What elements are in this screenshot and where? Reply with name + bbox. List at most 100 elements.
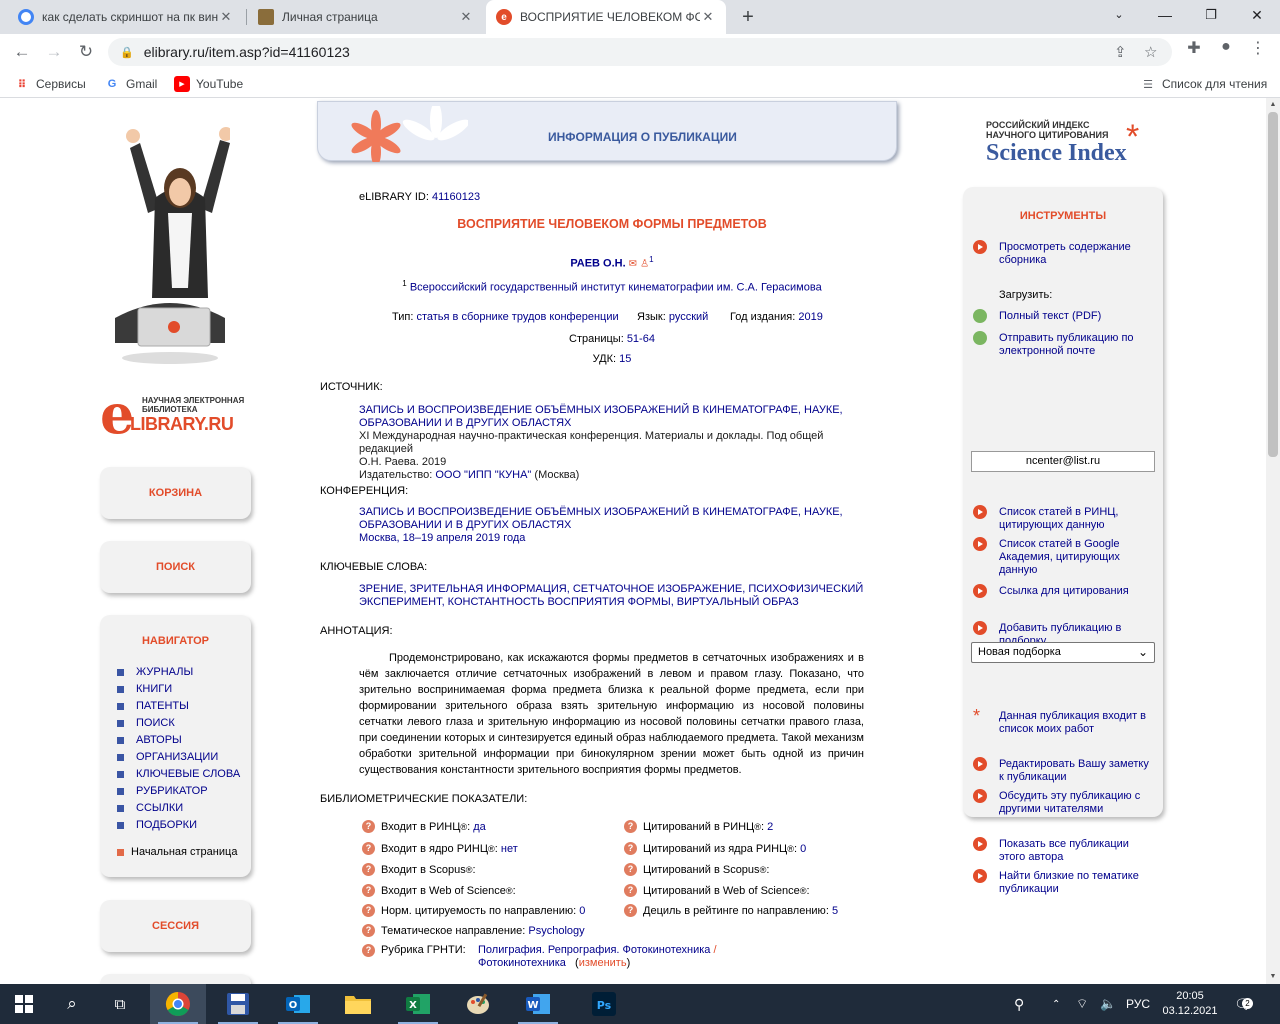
- bib-value[interactable]: 2: [767, 821, 773, 833]
- help-question-icon[interactable]: ?: [624, 820, 637, 833]
- taskbar-excel[interactable]: X: [390, 984, 446, 1024]
- network-wifi-icon[interactable]: ⌔: [1076, 984, 1088, 1024]
- collection-select[interactable]: Новая подборка ⌄: [971, 642, 1155, 663]
- share-icon[interactable]: ⇪: [1114, 43, 1127, 61]
- back-arrow-icon[interactable]: ←: [8, 38, 36, 66]
- clock[interactable]: 20:05 03.12.2021: [1160, 984, 1220, 1024]
- task-view-icon[interactable]: ⧉: [96, 984, 144, 1024]
- help-question-icon[interactable]: ?: [362, 820, 375, 833]
- nav-item-home[interactable]: Начальная страница: [117, 846, 237, 859]
- people-icon[interactable]: ⚲: [1014, 984, 1024, 1024]
- help-question-icon[interactable]: ?: [624, 863, 637, 876]
- new-tab-button[interactable]: +: [736, 5, 760, 29]
- help-question-icon[interactable]: ?: [624, 884, 637, 897]
- tool-find-similar[interactable]: Найти близкие по тематике публикации: [973, 869, 1153, 896]
- help-question-icon[interactable]: ?: [362, 863, 375, 876]
- search-button[interactable]: ПОИСК: [100, 541, 251, 593]
- tray-chevron-up-icon[interactable]: ⌃: [1052, 984, 1060, 1024]
- author-profile-icon[interactable]: ♙: [640, 259, 649, 270]
- email-input[interactable]: ncenter@list.ru: [971, 451, 1155, 472]
- taskbar-outlook[interactable]: O: [270, 984, 326, 1024]
- scroll-up-arrow-icon[interactable]: ▲: [1266, 98, 1280, 112]
- nav-item-books[interactable]: КНИГИ: [117, 683, 172, 696]
- tool-full-text-pdf[interactable]: Полный текст (PDF): [973, 309, 1153, 323]
- tool-send-email[interactable]: Отправить публикацию по электронной почт…: [973, 331, 1153, 358]
- nav-item-patents[interactable]: ПАТЕНТЫ: [117, 700, 189, 713]
- nav-item-links[interactable]: ССЫЛКИ: [117, 802, 183, 815]
- tool-discuss[interactable]: Обсудить эту публикацию с другими читате…: [973, 789, 1153, 816]
- tab-publication[interactable]: e ВОСПРИЯТИЕ ЧЕЛОВЕКОМ ФОРМ ✕: [486, 0, 726, 34]
- search-icon[interactable]: ⌕: [48, 984, 96, 1024]
- elibrary-logo[interactable]: e НАУЧНАЯ ЭЛЕКТРОННАЯ БИБЛИОТЕКА LIBRARY…: [100, 387, 260, 448]
- grnti-link[interactable]: Фотокинотехника: [478, 957, 566, 969]
- extensions-puzzle-icon[interactable]: ✚: [1182, 38, 1206, 58]
- reload-icon[interactable]: ↻: [72, 38, 100, 66]
- volume-icon[interactable]: 🔈: [1100, 984, 1116, 1024]
- taskbar-chrome[interactable]: [150, 984, 206, 1024]
- help-question-icon[interactable]: ?: [624, 842, 637, 855]
- nav-item-journals[interactable]: ЖУРНАЛЫ: [117, 666, 193, 679]
- source-link[interactable]: ЗАПИСЬ И ВОСПРОИЗВЕДЕНИЕ ОБЪЁМНЫХ ИЗОБРА…: [359, 404, 864, 430]
- taskbar-save-app[interactable]: [210, 984, 266, 1024]
- grnti-change-link[interactable]: изменить: [579, 957, 627, 969]
- email-envelope-icon[interactable]: ✉: [629, 259, 637, 270]
- tool-show-author-pubs[interactable]: Показать все публикации этого автора: [973, 837, 1153, 864]
- help-question-icon[interactable]: ?: [362, 944, 375, 957]
- tab-personal-page[interactable]: Личная страница ✕: [248, 0, 484, 34]
- bookmark-gmail[interactable]: G Gmail: [104, 76, 158, 92]
- reading-list-button[interactable]: ☰ Список для чтения: [1140, 76, 1267, 92]
- notifications-icon[interactable]: 🗨2: [1234, 984, 1253, 1024]
- bookmark-youtube[interactable]: ▶ YouTube: [174, 76, 243, 92]
- windows-start-icon[interactable]: [0, 984, 48, 1024]
- close-icon[interactable]: ✕: [700, 9, 716, 25]
- tool-google-citing[interactable]: Список статей в Google Академия, цитирую…: [973, 537, 1153, 577]
- taskbar-file-explorer[interactable]: [330, 984, 386, 1024]
- author-link[interactable]: РАЕВ О.Н.: [570, 258, 625, 270]
- nav-item-rubricator[interactable]: РУБРИКАТОР: [117, 785, 208, 798]
- taskbar-paint[interactable]: [450, 984, 506, 1024]
- scrollbar-thumb[interactable]: [1268, 112, 1278, 457]
- tool-edit-note[interactable]: Редактировать Вашу заметку к публикации: [973, 757, 1153, 784]
- profile-avatar-icon[interactable]: ●: [1214, 38, 1238, 56]
- tool-rinc-citing[interactable]: Список статей в РИНЦ, цитирующих данную: [973, 505, 1153, 532]
- tool-in-my-works[interactable]: * Данная публикация входит в список моих …: [973, 707, 1153, 736]
- taskbar-photoshop[interactable]: Ps: [576, 984, 632, 1024]
- language-indicator[interactable]: РУС: [1126, 984, 1150, 1024]
- keywords-links[interactable]: ЗРЕНИЕ, ЗРИТЕЛЬНАЯ ИНФОРМАЦИЯ, СЕТЧАТОЧН…: [359, 583, 864, 609]
- tool-cite-link[interactable]: Ссылка для цитирования: [973, 584, 1153, 598]
- close-icon[interactable]: ✕: [458, 9, 474, 25]
- forward-arrow-icon[interactable]: →: [40, 38, 68, 66]
- nav-item-authors[interactable]: АВТОРЫ: [117, 734, 182, 747]
- bib-value[interactable]: Psychology: [528, 925, 584, 937]
- nav-item-organizations[interactable]: ОРГАНИЗАЦИИ: [117, 751, 218, 764]
- tab-search-chevron-icon[interactable]: ⌄: [1096, 0, 1142, 32]
- nav-item-collections[interactable]: ПОДБОРКИ: [117, 819, 197, 832]
- scroll-down-arrow-icon[interactable]: ▼: [1266, 970, 1280, 984]
- session-button[interactable]: СЕССИЯ: [100, 900, 251, 952]
- help-question-icon[interactable]: ?: [362, 884, 375, 897]
- nav-item-keywords[interactable]: КЛЮЧЕВЫЕ СЛОВА: [117, 768, 240, 781]
- conference-link[interactable]: ЗАПИСЬ И ВОСПРОИЗВЕДЕНИЕ ОБЪЁМНЫХ ИЗОБРА…: [359, 506, 864, 532]
- nav-item-search[interactable]: ПОИСК: [117, 717, 175, 730]
- help-question-icon[interactable]: ?: [362, 924, 375, 937]
- page-scrollbar[interactable]: ▲ ▼: [1266, 98, 1280, 984]
- address-bar[interactable]: 🔒 elibrary.ru/item.asp?id=41160123 ⇪ ☆: [108, 38, 1172, 66]
- grnti-link[interactable]: Полиграфия. Репрография. Фотокинотехника: [478, 944, 710, 956]
- taskbar-word[interactable]: W: [510, 984, 566, 1024]
- bookmark-services[interactable]: ⠿ Сервисы: [14, 76, 86, 92]
- help-question-icon[interactable]: ?: [362, 842, 375, 855]
- minimize-button[interactable]: —: [1142, 0, 1188, 32]
- affiliation-link[interactable]: Всероссийский государственный институт к…: [410, 282, 822, 294]
- menu-kebab-icon[interactable]: ⋮: [1246, 38, 1270, 58]
- bookmark-star-icon[interactable]: ☆: [1144, 43, 1157, 61]
- publisher-link[interactable]: ООО "ИПП "КУНА": [435, 469, 531, 481]
- restore-button[interactable]: ❐: [1188, 0, 1234, 32]
- tool-view-contents[interactable]: Просмотреть содержание сборника: [973, 240, 1153, 267]
- tab-google-search[interactable]: как сделать скриншот на пк вин ✕: [8, 0, 244, 34]
- help-question-icon[interactable]: ?: [624, 904, 637, 917]
- science-index-logo[interactable]: РОССИЙСКИЙ ИНДЕКС НАУЧНОГО ЦИТИРОВАНИЯ S…: [986, 120, 1166, 175]
- cart-button[interactable]: КОРЗИНА: [100, 467, 251, 519]
- close-icon[interactable]: ✕: [218, 9, 234, 25]
- close-window-button[interactable]: ✕: [1234, 0, 1280, 32]
- help-question-icon[interactable]: ?: [362, 904, 375, 917]
